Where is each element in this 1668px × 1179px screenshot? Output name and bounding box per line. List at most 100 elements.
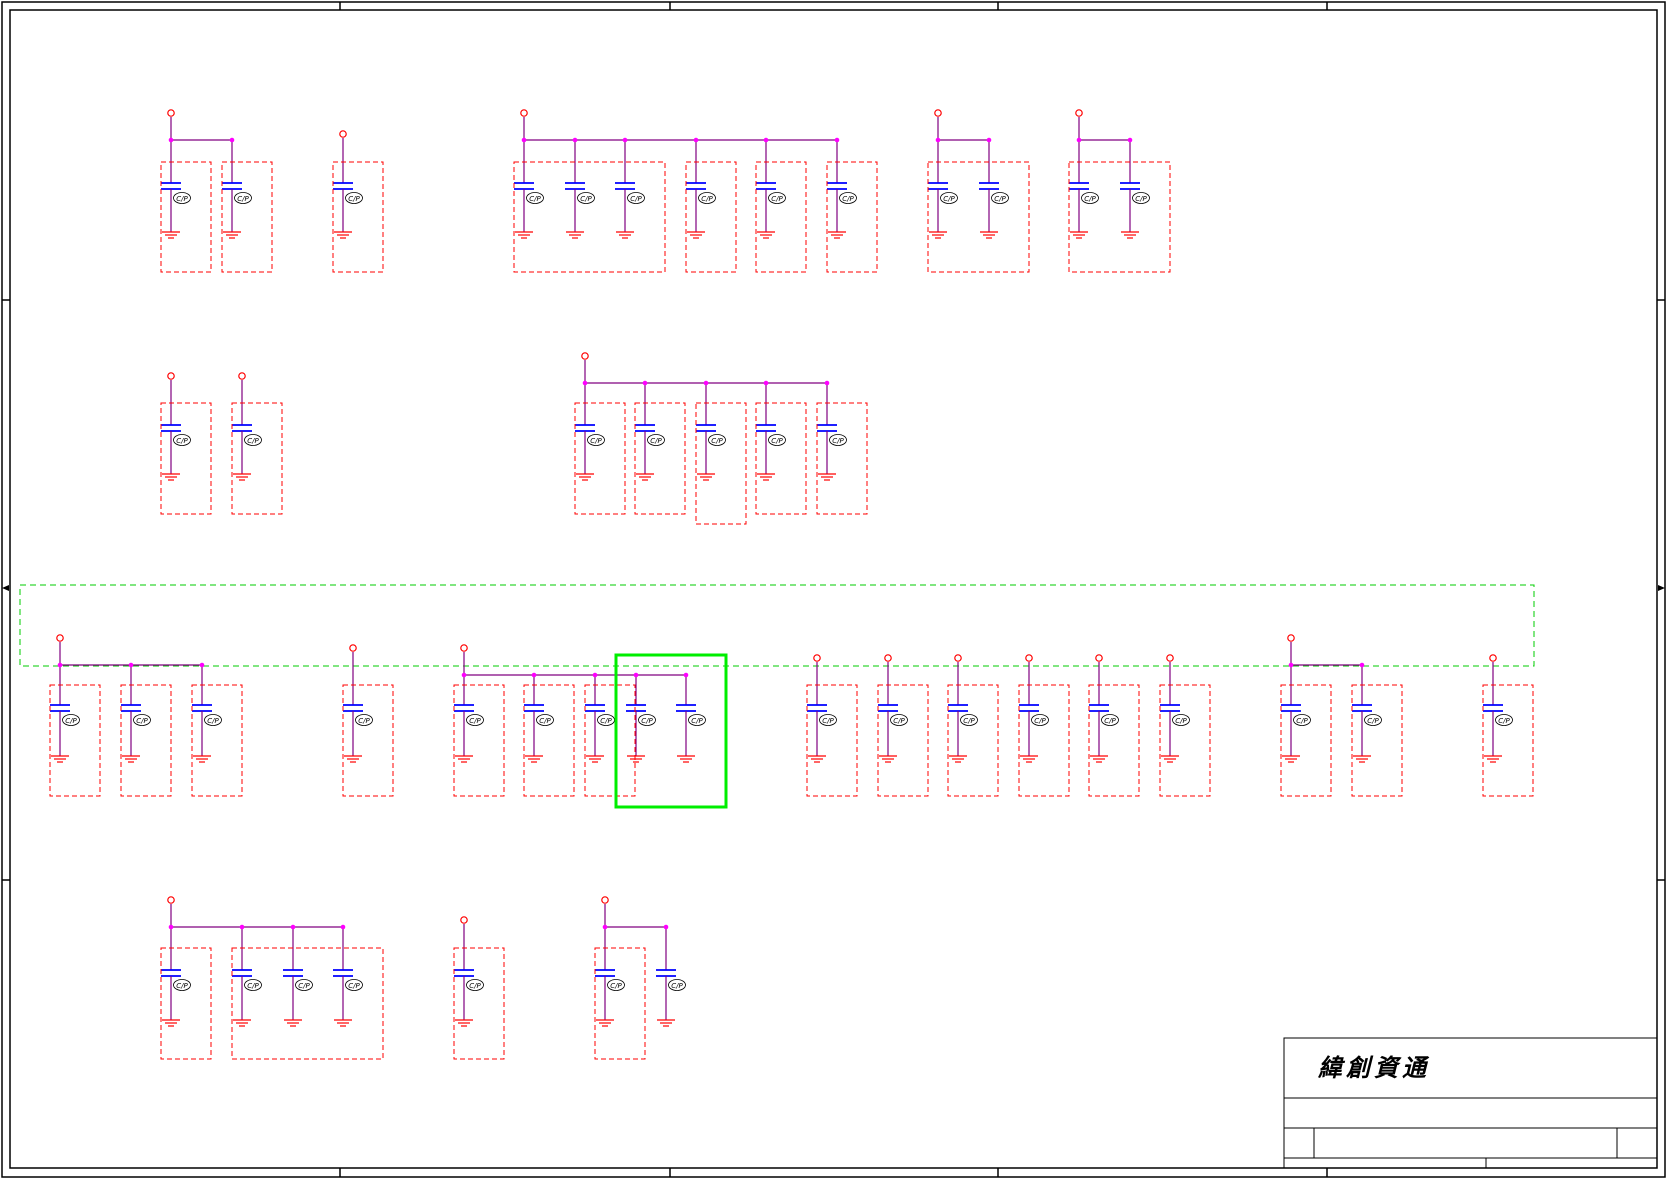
component-tag-label: C/P <box>671 982 683 990</box>
component-tag-label: C/P <box>247 982 259 990</box>
placement-box <box>816 402 868 515</box>
capacitor-group: C/P <box>332 130 384 273</box>
component-tag-label: C/P <box>348 195 360 203</box>
placement-box <box>453 684 505 797</box>
placement-box <box>231 402 283 515</box>
component-tag-label: C/P <box>469 717 481 725</box>
placement-box <box>523 684 575 797</box>
junction-dot <box>531 672 537 678</box>
junction-dot <box>986 137 992 143</box>
component-tag-label: C/P <box>842 195 854 203</box>
component-tag-label: C/P <box>529 195 541 203</box>
component-tag-label: C/P <box>610 982 622 990</box>
placement-box <box>634 402 686 515</box>
junction-dot <box>763 380 769 386</box>
component-tag-label: C/P <box>711 437 723 445</box>
junction-dot <box>572 137 578 143</box>
power-pin <box>1287 634 1295 642</box>
component-tag-label: C/P <box>176 982 188 990</box>
component-tag-label: C/P <box>207 717 219 725</box>
component-tag-label: C/P <box>832 437 844 445</box>
placement-box <box>877 684 929 797</box>
component-tag-label: C/P <box>1084 195 1096 203</box>
placement-box <box>1351 684 1403 797</box>
component-tag-label: C/P <box>771 195 783 203</box>
power-pin <box>167 109 175 117</box>
placement-box <box>191 684 243 797</box>
placement-box <box>1159 684 1211 797</box>
placement-box <box>574 402 626 515</box>
component-tag-label: C/P <box>1034 717 1046 725</box>
junction-dot <box>763 137 769 143</box>
placement-box <box>120 684 172 797</box>
component-tag-label: C/P <box>580 195 592 203</box>
company-name: 緯創資通 <box>1318 1053 1430 1082</box>
placement-box <box>221 161 273 273</box>
component-tag-label: C/P <box>1498 717 1510 725</box>
capacitor-group: C/P C/P C/P C/P <box>160 896 384 1060</box>
capacitor-group: C/P <box>342 644 394 797</box>
placement-box <box>584 684 636 797</box>
component-tag-label: C/P <box>641 717 653 725</box>
bus-region-box <box>19 584 1535 667</box>
power-pin <box>1025 654 1033 662</box>
zone-arrow-right <box>1658 585 1665 591</box>
power-pin <box>1075 109 1083 117</box>
component-tag-label: C/P <box>539 717 551 725</box>
junction-dot <box>824 380 830 386</box>
placement-box <box>1280 684 1332 797</box>
zone-arrow-left <box>2 585 9 591</box>
junction-dot <box>128 662 134 668</box>
component-tag-label: C/P <box>469 982 481 990</box>
placement-box <box>231 947 384 1060</box>
power-pin <box>167 896 175 904</box>
component-tag-label: C/P <box>65 717 77 725</box>
capacitor-group: C/P C/P <box>1280 634 1403 797</box>
junction-dot <box>290 924 296 930</box>
junction-dot <box>663 924 669 930</box>
power-pin <box>934 109 942 117</box>
sheet-border <box>1 1 1666 1178</box>
placement-box <box>160 947 212 1060</box>
junction-dot <box>1127 137 1133 143</box>
capacitor-group: C/P C/P C/P C/P C/P <box>453 644 728 809</box>
junction-dot <box>582 380 588 386</box>
component-tag-label: C/P <box>176 437 188 445</box>
component-tag-label: C/P <box>247 437 259 445</box>
placement-box <box>927 161 1030 273</box>
component-tag-label: C/P <box>650 437 662 445</box>
power-pin <box>520 109 528 117</box>
junction-dot <box>683 672 689 678</box>
junction-dot <box>461 672 467 678</box>
placement-box <box>755 161 807 273</box>
power-pin <box>460 644 468 652</box>
placement-box <box>1482 684 1534 797</box>
junction-dot <box>168 924 174 930</box>
placement-box <box>947 684 999 797</box>
placement-box <box>513 161 666 273</box>
component-tag-label: C/P <box>691 717 703 725</box>
power-pin <box>238 372 246 380</box>
junction-dot <box>703 380 709 386</box>
placement-box <box>332 161 384 273</box>
junction-dot <box>57 662 63 668</box>
component-tag-label: C/P <box>176 195 188 203</box>
capacitor-group: C/P C/P C/P <box>49 634 243 797</box>
junction-dot <box>340 924 346 930</box>
component-tag-label: C/P <box>358 717 370 725</box>
junction-dot <box>602 924 608 930</box>
placement-box <box>695 402 747 525</box>
placement-box <box>160 402 212 515</box>
junction-dot <box>239 924 245 930</box>
power-pin <box>1095 654 1103 662</box>
placement-box <box>826 161 878 273</box>
power-pin <box>339 130 347 138</box>
placement-box <box>342 684 394 797</box>
power-pin <box>1166 654 1174 662</box>
power-pin <box>601 896 609 904</box>
component-tag-label: C/P <box>943 195 955 203</box>
component-tag-label: C/P <box>1135 195 1147 203</box>
placement-box <box>453 947 505 1060</box>
power-pin <box>813 654 821 662</box>
capacitor-network: C/P C/P C/P C/P C/P C/P C/P C/P C/P C/P C/P C/P C/PC… <box>49 109 1534 1060</box>
